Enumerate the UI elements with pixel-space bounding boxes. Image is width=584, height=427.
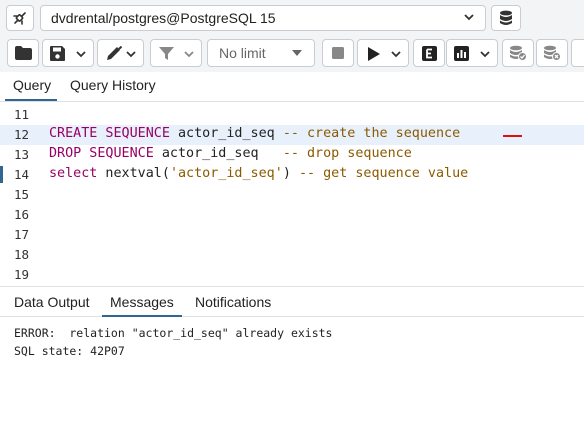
error-message: ERROR: relation "actor_id_seq" already e… <box>14 326 333 340</box>
limit-label: No limit <box>219 45 266 61</box>
sql-editor[interactable]: 11 12 CREATE SEQUENCE actor_id_seq -- cr… <box>0 103 584 286</box>
connection-status-button[interactable] <box>6 5 34 31</box>
line-number: 12 <box>14 127 30 142</box>
sql-identifier: nextval( <box>97 166 170 181</box>
save-button[interactable] <box>42 39 94 67</box>
code-text: select nextval('actor_id_seq') -- get se… <box>49 166 468 181</box>
chevron-down-icon <box>125 48 137 60</box>
line-number: 13 <box>14 147 30 162</box>
connection-label: dvdrental/postgres@PostgreSQL 15 <box>51 10 276 26</box>
tab-notifications[interactable]: Notifications <box>195 294 271 310</box>
sql-string: 'actor_id_seq' <box>169 166 283 181</box>
stop-icon <box>332 47 344 59</box>
sql-comment: -- drop sequence <box>282 146 412 161</box>
line-number: 17 <box>14 227 30 242</box>
connection-select[interactable]: dvdrental/postgres@PostgreSQL 15 <box>40 5 486 31</box>
chevron-down-icon <box>479 48 491 60</box>
chart-icon <box>454 46 469 61</box>
editor-tabs: Query Query History <box>0 72 584 102</box>
current-line-marker <box>0 166 3 183</box>
open-file-button[interactable] <box>7 39 39 67</box>
query-toolbar: No limit <box>0 36 584 72</box>
edit-button[interactable] <box>97 39 144 67</box>
editor-line: 18 <box>0 245 584 265</box>
chevron-down-icon <box>183 48 195 60</box>
limit-select[interactable]: No limit <box>207 39 315 67</box>
pen-icon <box>106 46 123 61</box>
tab-query-history[interactable]: Query History <box>70 77 156 93</box>
line-number: 16 <box>14 207 30 222</box>
active-tab-indicator <box>102 315 182 317</box>
explain-analyze-button[interactable] <box>446 39 498 67</box>
connection-bar: dvdrental/postgres@PostgreSQL 15 <box>0 0 584 36</box>
annotation-mark <box>503 135 522 137</box>
chevron-down-icon <box>75 48 87 60</box>
editor-line: 14 select nextval('actor_id_seq') -- get… <box>0 165 584 185</box>
caret-down-icon <box>292 50 302 57</box>
output-tabs: Data Output Messages Notifications <box>0 287 584 317</box>
sql-keyword: DROP SEQUENCE <box>49 146 154 161</box>
chevron-down-icon <box>390 48 402 60</box>
sql-comment: -- get sequence value <box>298 166 469 181</box>
sql-keyword: select <box>49 166 98 181</box>
line-number: 18 <box>14 247 30 262</box>
line-number: 14 <box>14 167 30 182</box>
line-number: 11 <box>14 107 30 122</box>
editor-line: 17 <box>0 225 584 245</box>
messages-panel: ERROR: relation "actor_id_seq" already e… <box>0 318 584 427</box>
unplugged-icon <box>12 10 28 26</box>
rollback-icon <box>543 45 561 61</box>
line-number: 15 <box>14 187 30 202</box>
editor-line: 19 <box>0 265 584 285</box>
rollback-button[interactable] <box>536 39 568 67</box>
editor-line: 16 <box>0 205 584 225</box>
editor-line: 11 <box>0 105 584 125</box>
sql-identifier: actor_id_seq <box>169 126 283 141</box>
tab-messages[interactable]: Messages <box>110 294 174 310</box>
active-tab-indicator <box>5 99 57 101</box>
sql-identifier: ) <box>282 166 299 181</box>
editor-line: 13 DROP SEQUENCE actor_id_seq -- drop se… <box>0 145 584 165</box>
explain-icon <box>421 45 437 61</box>
more-button[interactable] <box>571 39 584 67</box>
sql-state-message: SQL state: 42P07 <box>14 344 125 358</box>
chevron-down-icon <box>463 11 475 23</box>
stop-button[interactable] <box>322 39 354 67</box>
commit-icon <box>509 45 527 61</box>
editor-line-active: 12 CREATE SEQUENCE actor_id_seq -- creat… <box>0 125 584 145</box>
save-icon <box>50 46 65 61</box>
code-text: DROP SEQUENCE actor_id_seq -- drop seque… <box>49 146 412 161</box>
filter-icon <box>159 47 174 61</box>
sql-identifier: actor_id_seq <box>153 146 283 161</box>
tab-query[interactable]: Query <box>13 77 51 93</box>
commit-button[interactable] <box>502 39 534 67</box>
code-text: CREATE SEQUENCE actor_id_seq -- create t… <box>49 126 460 141</box>
line-number: 19 <box>14 267 30 282</box>
tab-data-output[interactable]: Data Output <box>14 294 90 310</box>
database-button[interactable] <box>491 5 521 31</box>
sql-comment: -- create the sequence <box>282 126 461 141</box>
filter-button[interactable] <box>150 39 202 67</box>
sql-keyword: CREATE SEQUENCE <box>49 126 170 141</box>
database-stack-icon <box>499 10 513 26</box>
execute-button[interactable] <box>357 39 409 67</box>
play-icon <box>368 47 380 61</box>
editor-line: 15 <box>0 185 584 205</box>
explain-button[interactable] <box>413 39 445 67</box>
folder-icon <box>14 46 32 60</box>
